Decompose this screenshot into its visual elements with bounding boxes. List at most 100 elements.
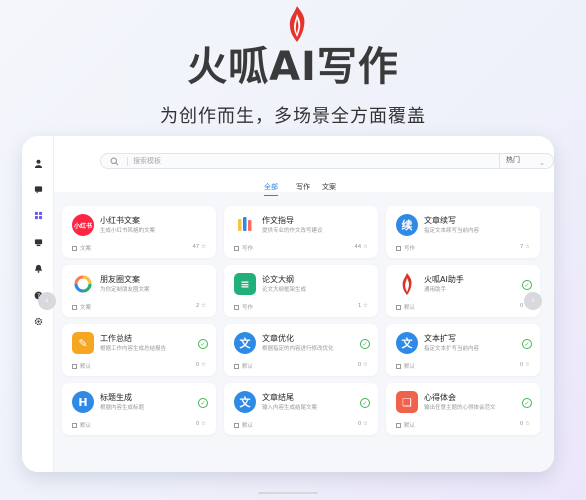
card-description: 根据指定的内容进行修改优化	[262, 346, 334, 352]
card-title: 心得体会	[424, 393, 456, 402]
card-category: 写作	[234, 244, 253, 252]
flame-logo-icon	[396, 273, 418, 295]
card-description: 论文大纲框架生成	[262, 287, 307, 293]
bookmark-icon	[234, 364, 239, 369]
check-icon: ✓	[360, 398, 370, 408]
card-title: 文本扩写	[424, 334, 456, 343]
tab-active-underline	[264, 194, 278, 196]
tab-writing[interactable]: 写作	[296, 182, 310, 192]
tab-copywriting-label: 文案	[322, 183, 336, 191]
bookmark-icon	[396, 423, 401, 428]
template-card-moments[interactable]: 朋友圈文案 为你定制朋友圈文案 文案 2 ☆	[62, 265, 216, 317]
template-card-xiaohongshu[interactable]: 小红书 小红书文案 生成小红书风格的文案 文案 47 ☆	[62, 206, 216, 258]
text-icon: 文	[396, 332, 418, 354]
check-icon: ✓	[360, 339, 370, 349]
card-count: 7 ☆	[519, 244, 530, 250]
card-count: 47 ☆	[192, 244, 206, 250]
message-icon[interactable]	[33, 237, 43, 247]
template-card-article-continue[interactable]: 续 文章续写 指定文本续写当前内容 写作 7 ☆	[386, 206, 540, 258]
text-icon: 文	[234, 391, 256, 413]
template-card-article-ending[interactable]: 文 文章结尾 输入内容生成结尾文案 ✓ 默认 0 ☆	[224, 383, 378, 435]
chevron-down-icon: ⌄	[539, 159, 545, 167]
bookmark-icon	[396, 246, 401, 251]
bookmark-icon	[72, 305, 77, 310]
bookmark-icon	[234, 423, 239, 428]
main-content: 热门 ⌄ 全部 写作 文案 小红书 小红书文案 生成	[54, 136, 554, 472]
card-category: 文案	[72, 303, 91, 311]
card-title: 工作总结	[100, 334, 132, 343]
user-icon[interactable]	[33, 158, 43, 168]
card-category: 默认	[72, 362, 91, 370]
bookmark-icon	[234, 246, 239, 251]
xiaohongshu-icon: 小红书	[72, 214, 94, 236]
heading-icon: H	[72, 391, 94, 413]
card-description: 输出任意主题的心得体会范文	[424, 405, 496, 411]
card-description: 提供专业的作文改写建议	[262, 228, 323, 234]
bookmark-icon	[396, 364, 401, 369]
card-count: 0 ☆	[195, 421, 206, 427]
card-category: 写作	[396, 244, 415, 252]
app-window: ? 热门 ⌄ 全部 写作	[22, 136, 554, 472]
bookmark-icon	[72, 423, 77, 428]
template-card-article-optimize[interactable]: 文 文章优化 根据指定的内容进行修改优化 ✓ 默认 0 ☆	[224, 324, 378, 376]
hero-title: 火呱AI写作	[187, 44, 399, 90]
card-count: 0 ☆	[519, 421, 530, 427]
card-title: 文章续写	[424, 216, 456, 225]
bookmark-icon	[396, 305, 401, 310]
category-tabs: 全部 写作 文案	[54, 182, 554, 196]
template-card-thesis-outline[interactable]: ≡ 论文大纲 论文大纲框架生成 写作 1 ☆	[224, 265, 378, 317]
bookmark-icon	[234, 305, 239, 310]
check-icon: ✓	[522, 280, 532, 290]
card-title: 朋友圈文案	[100, 275, 140, 284]
search-input[interactable]	[133, 155, 493, 167]
carousel-prev-button[interactable]: ‹	[38, 292, 56, 310]
card-description: 输入内容生成结尾文案	[262, 405, 318, 411]
card-count: 0 ☆	[357, 421, 368, 427]
card-count: 2 ☆	[195, 303, 206, 309]
pencils-icon	[234, 214, 256, 236]
tab-writing-label: 写作	[296, 183, 310, 191]
template-card-essay-guidance[interactable]: 作文指导 提供专业的作文改写建议 写作 44 ☆	[224, 206, 378, 258]
chat-icon[interactable]	[33, 184, 43, 194]
sort-select[interactable]: 热门 ⌄	[499, 153, 553, 169]
card-count: 0 ☆	[357, 362, 368, 368]
search-divider	[127, 157, 128, 166]
sort-select-value: 热门	[506, 156, 520, 164]
card-description: 指定文本扩写当前内容	[424, 346, 480, 352]
template-card-title-generate[interactable]: H 标题生成 根据内容生成标题 ✓ 默认 0 ☆	[62, 383, 216, 435]
card-category: 默认	[72, 421, 91, 429]
card-category: 默认	[396, 362, 415, 370]
hero-subtitle: 为创作而生，多场景全方面覆盖	[160, 106, 426, 127]
check-icon: ✓	[522, 339, 532, 349]
template-card-text-expand[interactable]: 文 文本扩写 指定文本扩写当前内容 ✓ 默认 0 ☆	[386, 324, 540, 376]
bell-icon[interactable]	[33, 263, 43, 273]
outline-icon: ≡	[234, 273, 256, 295]
card-category: 默认	[396, 421, 415, 429]
card-category: 默认	[234, 362, 253, 370]
card-category: 默认	[396, 303, 415, 311]
card-title: 文章结尾	[262, 393, 294, 402]
template-card-reflection[interactable]: ❏ 心得体会 输出任意主题的心得体会范文 ✓ 默认 0 ☆	[386, 383, 540, 435]
card-category: 写作	[234, 303, 253, 311]
clipboard-icon: ✎	[72, 332, 94, 354]
template-card-work-summary[interactable]: ✎ 工作总结 根据工作内容生成总结报告 ✓ 默认 0 ☆	[62, 324, 216, 376]
card-title: 小红书文案	[100, 216, 140, 225]
settings-icon[interactable]	[33, 316, 43, 326]
card-description: 生成小红书风格的文案	[100, 228, 156, 234]
tab-all[interactable]: 全部	[264, 182, 278, 196]
home-indicator	[258, 492, 318, 494]
carousel-next-button[interactable]: ›	[524, 292, 542, 310]
apps-icon[interactable]	[33, 210, 43, 220]
top-bar: 热门 ⌄ 全部 写作 文案	[54, 136, 554, 196]
card-title: 论文大纲	[262, 275, 294, 284]
card-count: 0 ☆	[519, 362, 530, 368]
card-title: 作文指导	[262, 216, 294, 225]
card-description: 指定文本续写当前内容	[424, 228, 480, 234]
template-card-ai-assistant[interactable]: 火呱AI助手 通用助手 ✓ 默认 0 ☆	[386, 265, 540, 317]
card-title: 标题生成	[100, 393, 132, 402]
card-title: 文章优化	[262, 334, 294, 343]
check-icon: ✓	[198, 398, 208, 408]
bookmark-icon	[72, 364, 77, 369]
tab-copywriting[interactable]: 文案	[322, 182, 336, 192]
check-icon: ✓	[198, 339, 208, 349]
